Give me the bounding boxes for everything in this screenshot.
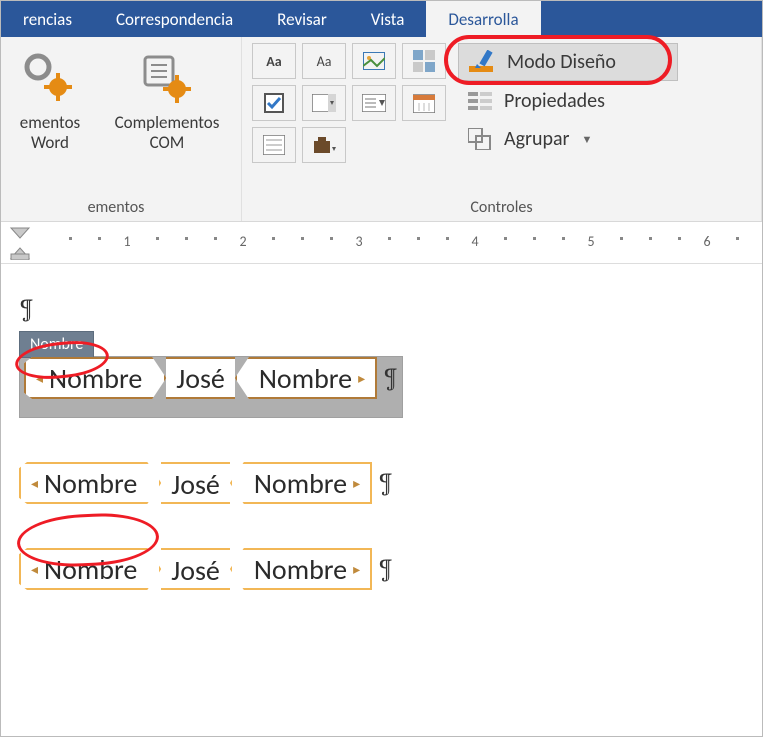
document-area[interactable]: ¶ Nombre Nombre José Nombre ¶ Nombre Jos… xyxy=(1,264,762,650)
design-mode-label: Modo Diseño xyxy=(507,50,616,74)
ribbon: ementos Word Complementos COM ementos Aa… xyxy=(1,37,762,222)
content-control-close-tag: Nombre xyxy=(230,462,372,504)
content-control-title-tab[interactable]: Nombre xyxy=(19,331,94,358)
ribbon-tab-bar: rencias Correspondencia Revisar Vista De… xyxy=(1,1,762,37)
paragraph-mark: ¶ xyxy=(19,294,34,324)
checkbox-control-button[interactable] xyxy=(252,85,296,121)
chevron-down-icon: ▼ xyxy=(582,133,593,146)
picture-icon xyxy=(363,52,385,70)
group-addins-label: ementos xyxy=(1,194,231,219)
ruler-number: 4 xyxy=(471,233,478,250)
ruler-indent-marker[interactable] xyxy=(7,224,33,260)
datepicker-control-button[interactable] xyxy=(402,85,446,121)
properties-button[interactable]: Propiedades xyxy=(458,83,678,119)
properties-icon xyxy=(468,90,494,112)
building-block-icon xyxy=(413,50,435,72)
content-control-close-tag: Nombre xyxy=(235,357,377,399)
group-controls-label: Controles xyxy=(252,194,751,219)
building-block-control-button[interactable] xyxy=(402,43,446,79)
ruler-number: 3 xyxy=(355,233,362,250)
paragraph-mark: ¶ xyxy=(378,554,393,584)
content-control-value[interactable]: José xyxy=(161,548,230,590)
ruler-scale: 1 2 3 4 5 6 xyxy=(35,232,762,252)
com-addins-button[interactable]: Complementos COM xyxy=(103,43,231,152)
repeating-section-control-button[interactable] xyxy=(252,127,296,163)
properties-label: Propiedades xyxy=(504,89,605,113)
content-control[interactable]: Nombre José Nombre ¶ xyxy=(19,462,393,504)
datepicker-icon xyxy=(413,93,435,113)
ruler-number: 1 xyxy=(123,233,130,250)
content-control-open-tag: Nombre xyxy=(19,462,161,504)
picture-control-button[interactable] xyxy=(352,43,396,79)
design-mode-button[interactable]: Modo Diseño xyxy=(458,43,678,81)
combobox-control-button[interactable] xyxy=(302,85,346,121)
content-control-value[interactable]: José xyxy=(161,462,230,504)
design-mode-icon xyxy=(469,50,497,74)
content-control-close-tag: Nombre xyxy=(230,548,372,590)
content-control-selected[interactable]: Nombre Nombre José Nombre ¶ xyxy=(19,356,403,418)
ribbon-group-controls: Aa Aa xyxy=(242,37,762,221)
paragraph-mark: ¶ xyxy=(378,468,393,498)
checkbox-icon xyxy=(264,93,284,113)
content-control-open-tag: Nombre xyxy=(19,548,161,590)
tab-revisar[interactable]: Revisar xyxy=(255,1,349,37)
ruler-number: 2 xyxy=(239,233,246,250)
group-label: Agrupar xyxy=(504,127,570,151)
content-control-open-tag: Nombre xyxy=(24,357,166,399)
ruler-number: 5 xyxy=(587,233,594,250)
tab-desarrollador[interactable]: Desarrolla xyxy=(426,1,540,37)
dropdown-control-button[interactable] xyxy=(352,85,396,121)
paragraph-mark: ¶ xyxy=(383,363,398,393)
word-addins-button[interactable]: ementos Word xyxy=(1,43,99,152)
combobox-icon xyxy=(312,94,336,112)
dropdown-icon xyxy=(362,94,386,112)
content-control[interactable]: Nombre José Nombre ¶ xyxy=(19,548,393,590)
com-addin-icon xyxy=(137,49,197,109)
horizontal-ruler[interactable]: 1 2 3 4 5 6 xyxy=(1,222,762,264)
content-control-value[interactable]: José xyxy=(166,357,235,399)
tab-correspondencia[interactable]: Correspondencia xyxy=(94,1,255,37)
rich-text-control-button[interactable]: Aa xyxy=(252,43,296,79)
ruler-number: 6 xyxy=(703,233,710,250)
tab-vista[interactable]: Vista xyxy=(349,1,427,37)
legacy-tools-icon xyxy=(312,135,336,155)
group-button[interactable]: Agrupar ▼ xyxy=(458,121,678,157)
word-addins-label: ementos Word xyxy=(1,113,99,152)
com-addins-label: Complementos COM xyxy=(103,113,231,152)
repeating-icon xyxy=(263,135,285,155)
group-icon xyxy=(468,128,494,150)
legacy-tools-button[interactable] xyxy=(302,127,346,163)
addin-icon xyxy=(20,49,80,109)
tab-referencias[interactable]: rencias xyxy=(1,1,94,37)
ribbon-group-addins: ementos Word Complementos COM ementos xyxy=(1,37,242,221)
plain-text-control-button[interactable]: Aa xyxy=(302,43,346,79)
